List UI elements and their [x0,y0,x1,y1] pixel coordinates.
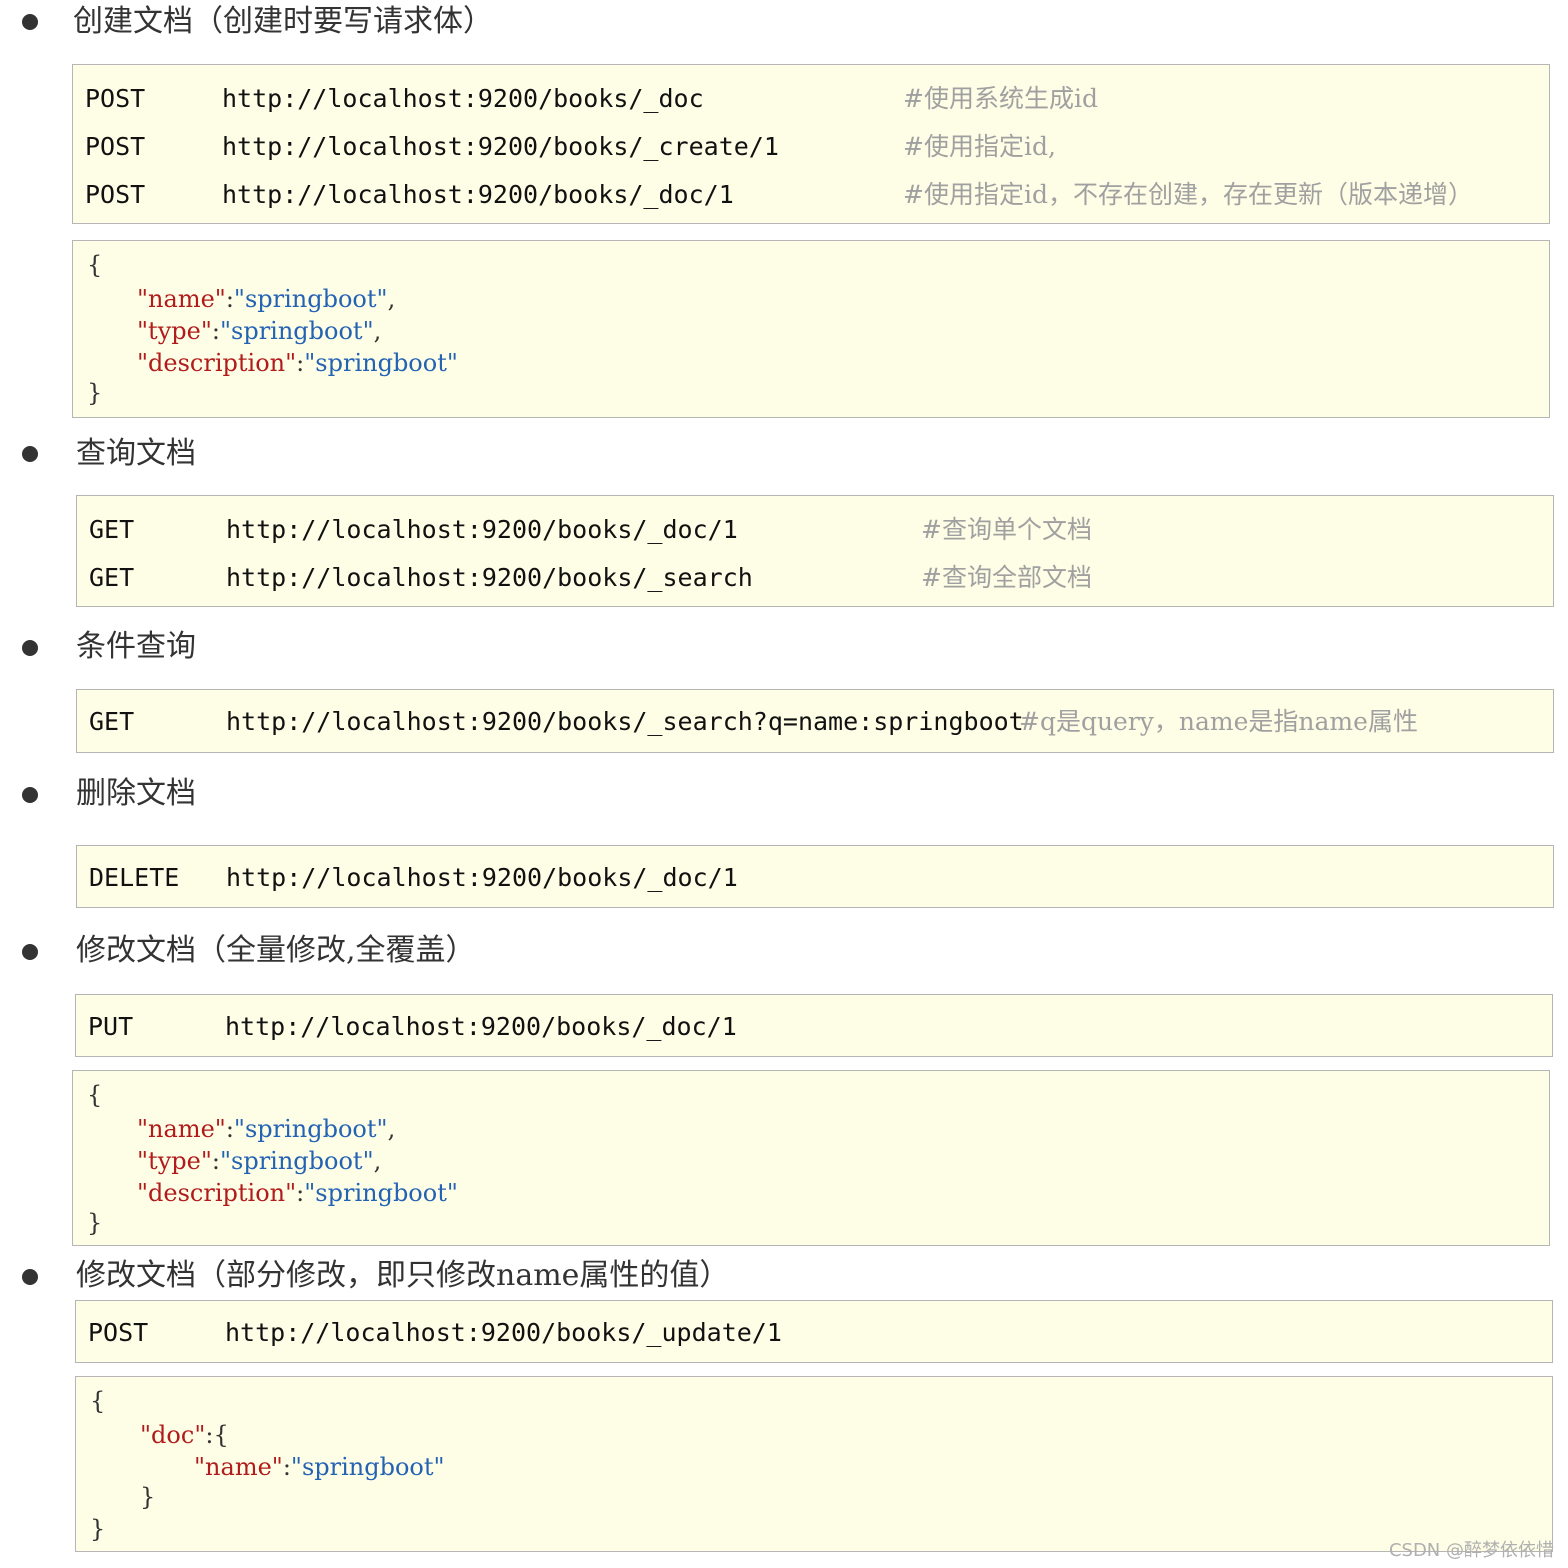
request-url: http://localhost:9200/books/_update/1 [225,1318,782,1347]
request-url: http://localhost:9200/books/_create/1 [222,132,779,161]
http-method: POST [85,84,146,113]
bullet-icon [22,787,38,803]
json-field: "type":"springboot", [137,1147,382,1175]
request-comment: #使用指定id，不存在创建，存在更新（版本递增） [903,180,1473,209]
json-value: springboot [231,317,363,345]
json-key: name [205,1453,272,1481]
request-box-query: GET http://localhost:9200/books/_doc/1 #… [76,495,1554,607]
request-url: http://localhost:9200/books/_search [226,563,753,592]
request-comment: #使用指定id, [903,132,1056,161]
json-value: springboot [315,1179,447,1207]
request-url: http://localhost:9200/books/_doc/1 [222,180,734,209]
request-url: http://localhost:9200/books/_doc/1 [226,863,738,892]
http-method: DELETE [89,863,180,892]
json-field: "doc":{ [140,1421,229,1449]
request-comment: #使用系统生成id [903,84,1098,113]
section-title-query: 查询文档 [76,436,196,471]
request-box-delete: DELETE http://localhost:9200/books/_doc/… [76,845,1554,908]
section-title-create: 创建文档（创建时要写请求体） [73,4,493,39]
bullet-icon [22,1269,38,1285]
http-method: POST [88,1318,149,1347]
json-value: springboot [244,1115,377,1143]
bullet-icon [22,14,38,30]
json-value: springboot [244,285,377,313]
request-url: http://localhost:9200/books/_doc/1 [225,1012,737,1041]
http-method: POST [85,132,146,161]
http-method: GET [89,515,135,544]
json-field: "description":"springboot" [137,1179,458,1207]
json-field: "name":"springboot", [137,285,396,313]
http-method: POST [85,180,146,209]
json-inner-close-brace: } [140,1483,156,1511]
json-key: doc [151,1421,195,1449]
request-comment: #查询单个文档 [921,515,1092,544]
json-open-brace: { [90,1387,106,1415]
json-value: springboot [301,1453,434,1481]
json-key: description [148,1179,286,1207]
request-url: http://localhost:9200/books/_doc [222,84,704,113]
json-key: name [148,1115,215,1143]
json-value: springboot [231,1147,363,1175]
section-title-delete: 删除文档 [76,776,196,811]
json-body-box-create: { "name":"springboot", "type":"springboo… [72,240,1550,418]
json-field: "description":"springboot" [137,349,458,377]
json-body-box-partial-update: { "doc":{ "name":"springboot" } } [75,1376,1553,1552]
section-title-partial-update: 修改文档（部分修改，即只修改name属性的值） [76,1258,730,1293]
json-open-brace: { [87,1081,103,1109]
watermark: CSDN @醉梦依依惜 [1388,1540,1554,1561]
request-box-create: POST http://localhost:9200/books/_doc #使… [72,64,1550,224]
json-open-brace: { [87,251,103,279]
bullet-icon [22,640,38,656]
request-box-conditional: GET http://localhost:9200/books/_search?… [76,689,1554,753]
json-field: "type":"springboot", [137,317,382,345]
request-comment: #q是query，name是指name属性 [1019,707,1418,736]
request-url: http://localhost:9200/books/_search?q=na… [226,707,1024,736]
json-field: "name":"springboot", [137,1115,396,1143]
json-close-brace: } [87,1209,103,1237]
request-box-partial-update: POST http://localhost:9200/books/_update… [75,1300,1553,1363]
request-url: http://localhost:9200/books/_doc/1 [226,515,738,544]
request-box-full-update: PUT http://localhost:9200/books/_doc/1 [75,994,1553,1057]
json-value: springboot [315,349,447,377]
section-title-full-update: 修改文档（全量修改,全覆盖） [76,933,476,968]
bullet-icon [22,446,38,462]
section-title-conditional: 条件查询 [76,629,196,664]
http-method: PUT [88,1012,134,1041]
json-key: type [148,317,201,345]
json-close-brace: } [87,379,103,407]
json-body-box-full-update: { "name":"springboot", "type":"springboo… [72,1070,1550,1246]
json-field: "name":"springboot" [194,1453,445,1481]
bullet-icon [22,944,38,960]
http-method: GET [89,563,135,592]
http-method: GET [89,707,135,736]
request-comment: #查询全部文档 [921,563,1092,592]
json-key: name [148,285,215,313]
json-key: type [148,1147,201,1175]
json-key: description [148,349,286,377]
json-close-brace: } [90,1515,106,1543]
